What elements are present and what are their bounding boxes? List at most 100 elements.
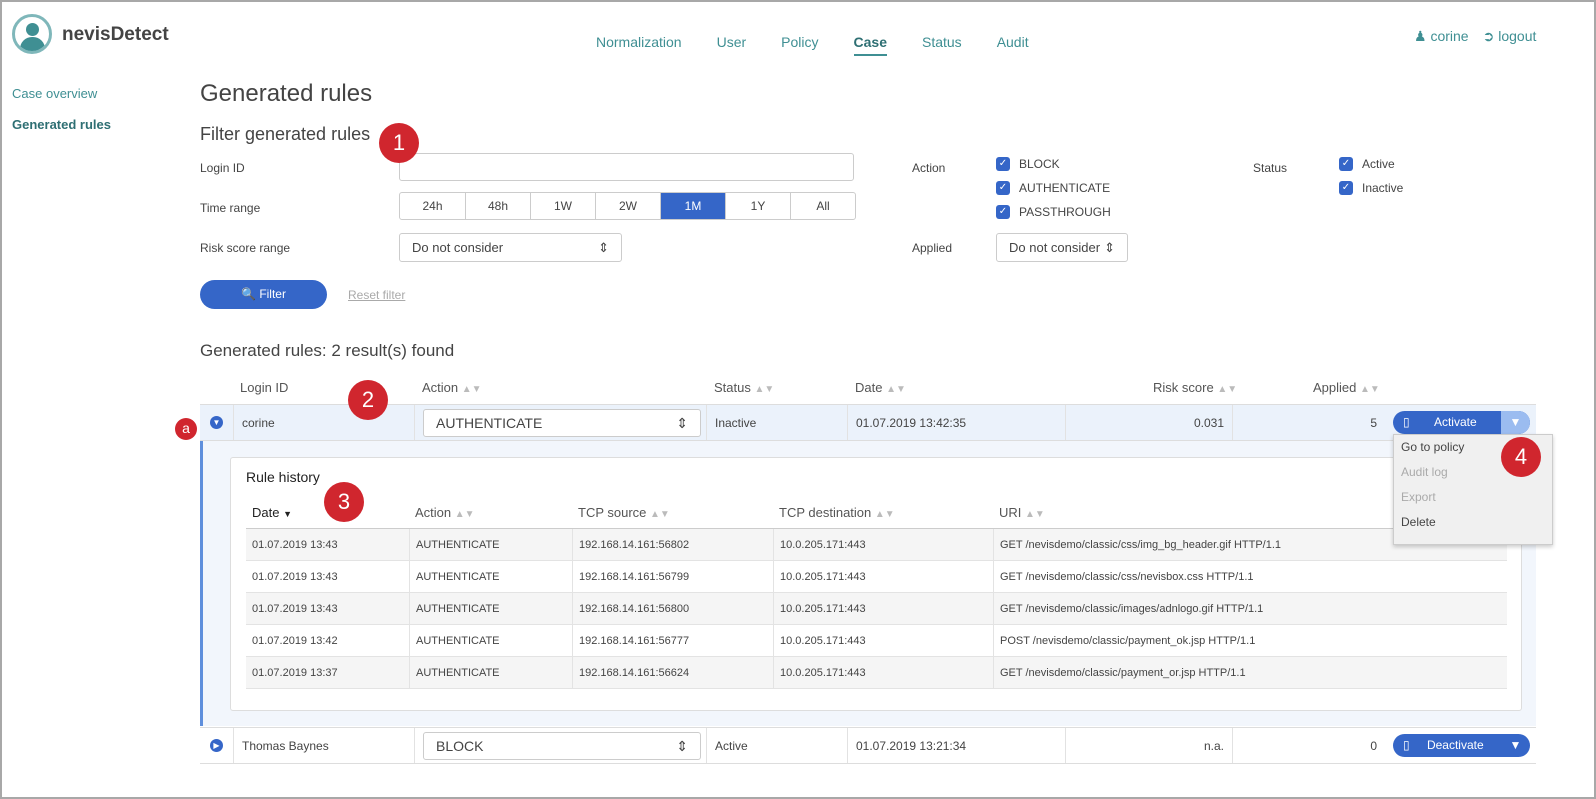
action-select[interactable]: AUTHENTICATE ⇕ (423, 408, 701, 437)
action-value: BLOCK (436, 737, 484, 754)
col-label: TCP source (578, 505, 647, 520)
reset-filter-link[interactable]: Reset filter (348, 288, 405, 302)
user-area: ♟ corine ➲ logout (1414, 28, 1536, 45)
user-link[interactable]: ♟ corine (1414, 28, 1469, 45)
applied: 5 (1232, 405, 1385, 440)
applied-select[interactable]: Do not consider ⇕ (996, 233, 1128, 262)
checkbox-block[interactable]: ✓ BLOCK (996, 152, 1111, 176)
time-1y[interactable]: 1Y (725, 193, 790, 219)
col-risk-score[interactable]: Risk score ▲▼ (1153, 380, 1237, 395)
checkbox-inactive[interactable]: ✓ Inactive (1339, 176, 1403, 200)
risk-score: n.a. (1065, 728, 1232, 763)
date: 01.07.2019 13:21:34 (847, 728, 1065, 763)
history-date: 01.07.2019 13:43 (252, 570, 338, 583)
risk-score-select[interactable]: Do not consider ⇕ (399, 233, 622, 262)
risk-score: 0.031 (1065, 405, 1232, 440)
applied-label: Applied (912, 241, 953, 255)
checkbox-active[interactable]: ✓ Active (1339, 152, 1403, 176)
date: 01.07.2019 13:42:35 (847, 405, 1065, 440)
history-row: 01.07.2019 13:43 AUTHENTICATE 192.168.14.1… (246, 593, 1507, 625)
time-1m[interactable]: 1M (660, 193, 725, 219)
check-icon: ✓ (1339, 157, 1353, 171)
square-icon: ▯ (1403, 415, 1410, 429)
sort-icon: ▲▼ (454, 509, 475, 520)
login-id-label: Login ID (200, 161, 245, 175)
app-name: nevisDetect (62, 24, 169, 45)
rule-history-title: Rule history (246, 469, 320, 485)
sort-icon: ⇕ (598, 240, 609, 255)
hist-col-uri[interactable]: URI ▲▼ (999, 505, 1045, 520)
logout-label: logout (1498, 28, 1537, 44)
col-label: Status (714, 380, 751, 395)
history-action: AUTHENTICATE (409, 529, 572, 560)
hist-col-action[interactable]: Action ▲▼ (415, 505, 475, 520)
dropdown-toggle[interactable]: ▼ (1501, 734, 1530, 757)
collapse-icon[interactable]: ▼ (210, 416, 223, 429)
nav-case[interactable]: Case (853, 34, 887, 56)
hist-col-tcp-source[interactable]: TCP source ▲▼ (578, 505, 670, 520)
col-label: Risk score (1153, 380, 1214, 395)
history-tcp-destination: 10.0.205.171:443 (773, 657, 993, 688)
login-id-input[interactable] (399, 153, 854, 181)
sort-icon: ▲▼ (874, 509, 895, 520)
history-row: 01.07.2019 13:37 AUTHENTICATE 192.168.14.1… (246, 657, 1507, 689)
expand-icon[interactable]: ▶ (210, 739, 223, 752)
nav-status[interactable]: Status (922, 34, 962, 56)
sort-icon: ⇕ (676, 737, 688, 754)
login-id: corine (233, 405, 414, 440)
results-summary: Generated rules: 2 result(s) found (200, 341, 455, 360)
hist-col-date[interactable]: Date ▼ (252, 505, 292, 520)
sort-icon: ▲▼ (1360, 384, 1380, 395)
callout-a: a (175, 418, 197, 440)
col-status[interactable]: Status ▲▼ (714, 380, 774, 395)
col-label: Action (422, 380, 459, 395)
sort-icon: ▲▼ (886, 384, 906, 395)
callout-3: 3 (324, 482, 364, 522)
col-login-id[interactable]: Login ID (240, 380, 288, 395)
action-select[interactable]: BLOCK ⇕ (423, 731, 701, 760)
time-2w[interactable]: 2W (595, 193, 660, 219)
logo-icon (12, 14, 52, 54)
time-24h[interactable]: 24h (400, 193, 465, 219)
sort-icon: ▲▼ (461, 384, 482, 395)
history-tcp-destination: 10.0.205.171:443 (773, 529, 993, 560)
history-action: AUTHENTICATE (409, 593, 572, 624)
nav-audit[interactable]: Audit (997, 34, 1029, 56)
nav-policy[interactable]: Policy (781, 34, 818, 56)
col-applied[interactable]: Applied ▲▼ (1313, 380, 1380, 395)
col-date[interactable]: Date ▲▼ (855, 380, 906, 395)
table-row: ▶ Thomas Baynes BLOCK ⇕ Active 01.07.2019… (200, 727, 1536, 764)
top-nav: Normalization User Policy Case Status Au… (596, 34, 1029, 56)
history-date: 01.07.2019 13:37 (252, 666, 338, 679)
checkbox-passthrough[interactable]: ✓ PASSTHROUGH (996, 200, 1111, 224)
time-48h[interactable]: 48h (465, 193, 530, 219)
col-action[interactable]: Action ▲▼ (422, 380, 482, 395)
history-tcp-destination: 10.0.205.171:443 (773, 625, 993, 656)
time-all[interactable]: All (790, 193, 855, 219)
sort-icon: ▲▼ (754, 384, 775, 395)
nav-normalization[interactable]: Normalization (596, 34, 682, 56)
checkbox-authenticate[interactable]: ✓ AUTHENTICATE (996, 176, 1111, 200)
risk-score-label: Risk score range (200, 241, 291, 255)
deactivate-button-group: ▯ Deactivate ▼ (1393, 734, 1530, 757)
checkbox-label: BLOCK (1019, 157, 1060, 171)
check-icon: ✓ (1339, 181, 1353, 195)
menu-delete[interactable]: Delete (1394, 510, 1552, 535)
logout-icon: ➲ (1482, 28, 1495, 44)
history-tcp-source: 192.168.14.161:56777 (572, 625, 773, 656)
deactivate-button[interactable]: ▯ Deactivate (1393, 734, 1501, 757)
activate-button[interactable]: ▯ Activate (1393, 411, 1501, 434)
sort-icon: ⇕ (1104, 240, 1115, 255)
sidebar-item-case-overview[interactable]: Case overview (12, 86, 97, 101)
logout-link[interactable]: ➲ logout (1483, 28, 1537, 45)
search-icon: 🔍 (241, 287, 256, 301)
checkbox-label: AUTHENTICATE (1019, 181, 1111, 195)
time-1w[interactable]: 1W (530, 193, 595, 219)
filter-button[interactable]: 🔍 Filter (200, 280, 327, 309)
sidebar-item-generated-rules[interactable]: Generated rules (12, 117, 111, 132)
dropdown-toggle[interactable]: ▼ (1501, 411, 1530, 434)
checkbox-label: PASSTHROUGH (1019, 205, 1111, 219)
nav-user[interactable]: User (717, 34, 747, 56)
sort-icon: ▲▼ (650, 509, 670, 520)
hist-col-tcp-destination[interactable]: TCP destination ▲▼ (779, 505, 895, 520)
